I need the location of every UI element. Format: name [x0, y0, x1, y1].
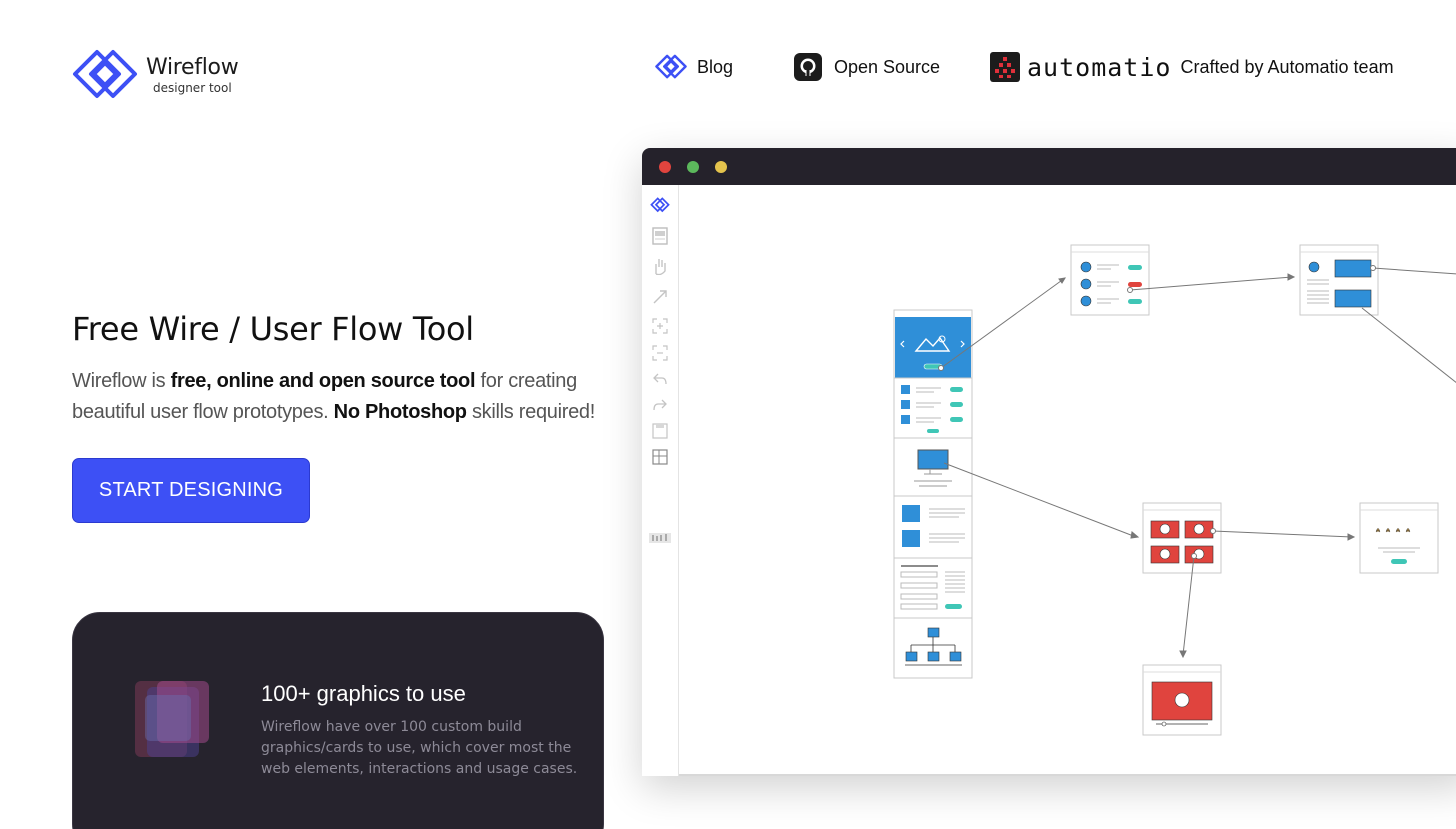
- minimize-dot-icon: [687, 161, 699, 173]
- start-designing-button[interactable]: START DESIGNING: [72, 458, 310, 523]
- automatio-icon: [989, 52, 1021, 82]
- automatio-wordmark: automatio: [1027, 52, 1172, 82]
- card-sitemap: [893, 617, 973, 679]
- nav-blog-link[interactable]: Blog: [655, 50, 733, 84]
- card-users: [1070, 244, 1150, 316]
- nav-automatio-link[interactable]: automatio Crafted by Automatio team: [989, 50, 1394, 84]
- card-desktop: [893, 437, 973, 497]
- export-icon: [649, 446, 671, 468]
- feature-text: Wireflow have over 100 custom build grap…: [261, 719, 578, 777]
- hero-description: Wireflow is free, online and open source…: [72, 366, 612, 428]
- undo-icon: [649, 368, 671, 390]
- app-window-preview: [642, 148, 1456, 776]
- card-list: [893, 377, 973, 439]
- close-dot-icon: [659, 161, 671, 173]
- nav-open-source-link[interactable]: Open Source: [792, 50, 940, 84]
- cards-icon: [649, 225, 671, 247]
- window-titlebar: [642, 148, 1456, 185]
- nav-open-source-label: Open Source: [834, 56, 941, 77]
- hero-desc-bold: No Photoshop: [333, 401, 467, 423]
- feature-card: 100+ graphics to use Wireflow have over …: [72, 612, 604, 829]
- card-form: [893, 557, 973, 619]
- editor-toolbar: [642, 185, 679, 776]
- card-feed: [1299, 244, 1379, 316]
- brand-name: Wireflow: [146, 54, 239, 80]
- wireflow-logo[interactable]: Wireflow designer tool: [72, 46, 242, 104]
- wireflow-logo-icon: [73, 50, 137, 98]
- wireflow-logo-icon: [649, 194, 671, 216]
- hero-desc-part: Wireflow is: [72, 370, 171, 392]
- zoom-out-icon: [649, 342, 671, 364]
- github-icon: [792, 52, 824, 82]
- arrow-icon: [649, 286, 671, 308]
- flow-diagram: [893, 244, 1456, 736]
- card-rating: [1359, 502, 1439, 574]
- save-icon: [649, 420, 671, 442]
- card-videos: [1142, 502, 1222, 574]
- hero-title: Free Wire / User Flow Tool: [72, 310, 474, 348]
- canvas-bottom-border: [679, 774, 1456, 776]
- card-media-list: [893, 495, 973, 559]
- wireflow-small-icon: [655, 52, 687, 82]
- redo-icon: [649, 394, 671, 416]
- hero-desc-bold: free, online and open source tool: [170, 370, 476, 392]
- maximize-dot-icon: [715, 161, 727, 173]
- flow-connectors: [938, 265, 1456, 659]
- stacked-cards-icon: [135, 681, 209, 757]
- hero-desc-part: skills required!: [466, 401, 595, 423]
- stats-icon: [649, 527, 671, 549]
- card-slider: [893, 309, 973, 379]
- brand-tagline: designer tool: [153, 80, 232, 95]
- card-video-player: [1142, 664, 1222, 736]
- nav-blog-label: Blog: [697, 56, 734, 77]
- zoom-in-icon: [649, 315, 671, 337]
- nav-crafted-label: Crafted by Automatio team: [1180, 56, 1394, 77]
- hand-icon: [649, 255, 671, 277]
- feature-title: 100+ graphics to use: [261, 681, 466, 706]
- flow-canvas: [893, 244, 1456, 736]
